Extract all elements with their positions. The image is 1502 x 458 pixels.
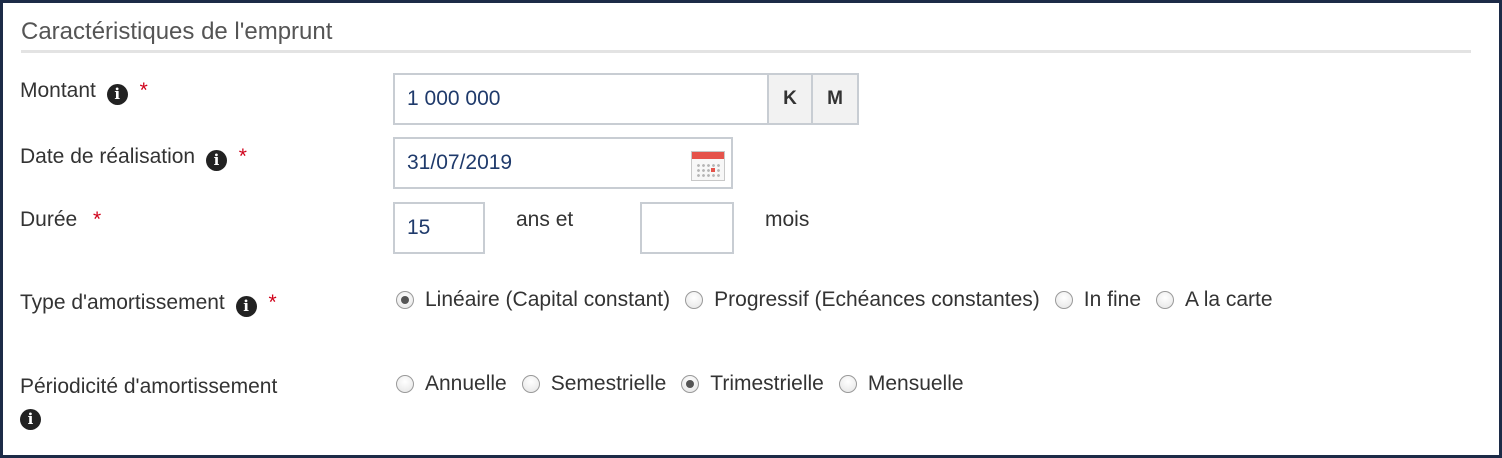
radio-option-annuelle[interactable]: Annuelle (396, 372, 507, 396)
years-unit-label: ans et (516, 208, 574, 231)
radio-button[interactable] (396, 375, 414, 393)
required-marker: * (268, 291, 277, 314)
info-circle-icon[interactable]: i (205, 150, 227, 171)
info-circle-icon[interactable]: i (20, 409, 41, 430)
radio-button[interactable] (521, 375, 540, 393)
radio-button[interactable] (1054, 291, 1073, 309)
type-amortissement-label: Type d'amortissement (20, 291, 225, 314)
radio-label: Semestrielle (550, 372, 667, 395)
millions-button[interactable]: M (811, 73, 859, 125)
radio-option-semestrielle[interactable]: Semestrielle (521, 372, 667, 396)
section-divider (21, 50, 1471, 53)
radio-label: Trimestrielle (710, 372, 824, 395)
radio-button[interactable] (685, 291, 704, 309)
radio-button[interactable] (1156, 291, 1175, 309)
radio-button[interactable] (396, 291, 414, 309)
info-circle-icon[interactable]: i (235, 296, 257, 317)
radio-label: Linéaire (Capital constant) (425, 288, 671, 311)
radio-label: Mensuelle (867, 372, 964, 395)
date-input[interactable] (393, 137, 733, 189)
radio-label: In fine (1083, 288, 1142, 311)
section-title: Caractéristiques de l'emprunt (21, 18, 333, 45)
radio-option-mensuelle[interactable]: Mensuelle (838, 372, 964, 396)
montant-input[interactable] (393, 73, 769, 125)
duree-label-row: Durée * (20, 207, 101, 233)
periodicite-label-row: Périodicité d'amortissement (20, 374, 277, 400)
type-amortissement-radio-group: Linéaire (Capital constant) Progressif (… (396, 288, 1288, 312)
radio-option-trimestrielle[interactable]: Trimestrielle (681, 372, 824, 396)
radio-option-a-la-carte[interactable]: A la carte (1156, 288, 1273, 312)
loan-characteristics-panel: Caractéristiques de l'emprunt Montant i … (3, 3, 1499, 455)
radio-button[interactable] (838, 375, 857, 393)
months-unit-label: mois (765, 208, 810, 231)
montant-label: Montant (20, 79, 96, 102)
duree-years-input[interactable] (393, 202, 485, 254)
periodicite-label: Périodicité d'amortissement (20, 375, 278, 398)
date-label: Date de réalisation (20, 145, 196, 168)
required-marker: * (139, 79, 148, 102)
duree-months-input[interactable] (640, 202, 734, 254)
radio-option-lineaire[interactable]: Linéaire (Capital constant) (396, 288, 670, 312)
calendar-icon[interactable] (691, 151, 725, 181)
periodicite-radio-group: Annuelle Semestrielle Trimestrielle Mens… (396, 372, 979, 396)
montant-label-row: Montant i * (20, 78, 148, 105)
thousands-button[interactable]: K (767, 73, 813, 125)
required-marker: * (93, 208, 102, 231)
radio-option-progressif[interactable]: Progressif (Echéances constantes) (685, 288, 1040, 312)
info-circle-icon[interactable]: i (106, 84, 128, 105)
radio-label: Annuelle (425, 372, 507, 395)
radio-button[interactable] (681, 375, 700, 393)
date-label-row: Date de réalisation i * (20, 144, 247, 171)
required-marker: * (238, 145, 247, 168)
type-amortissement-label-row: Type d'amortissement i * (20, 290, 277, 317)
radio-label: Progressif (Echéances constantes) (714, 288, 1040, 311)
radio-label: A la carte (1185, 288, 1273, 311)
duree-label: Durée (20, 208, 78, 231)
radio-option-in-fine[interactable]: In fine (1054, 288, 1142, 312)
